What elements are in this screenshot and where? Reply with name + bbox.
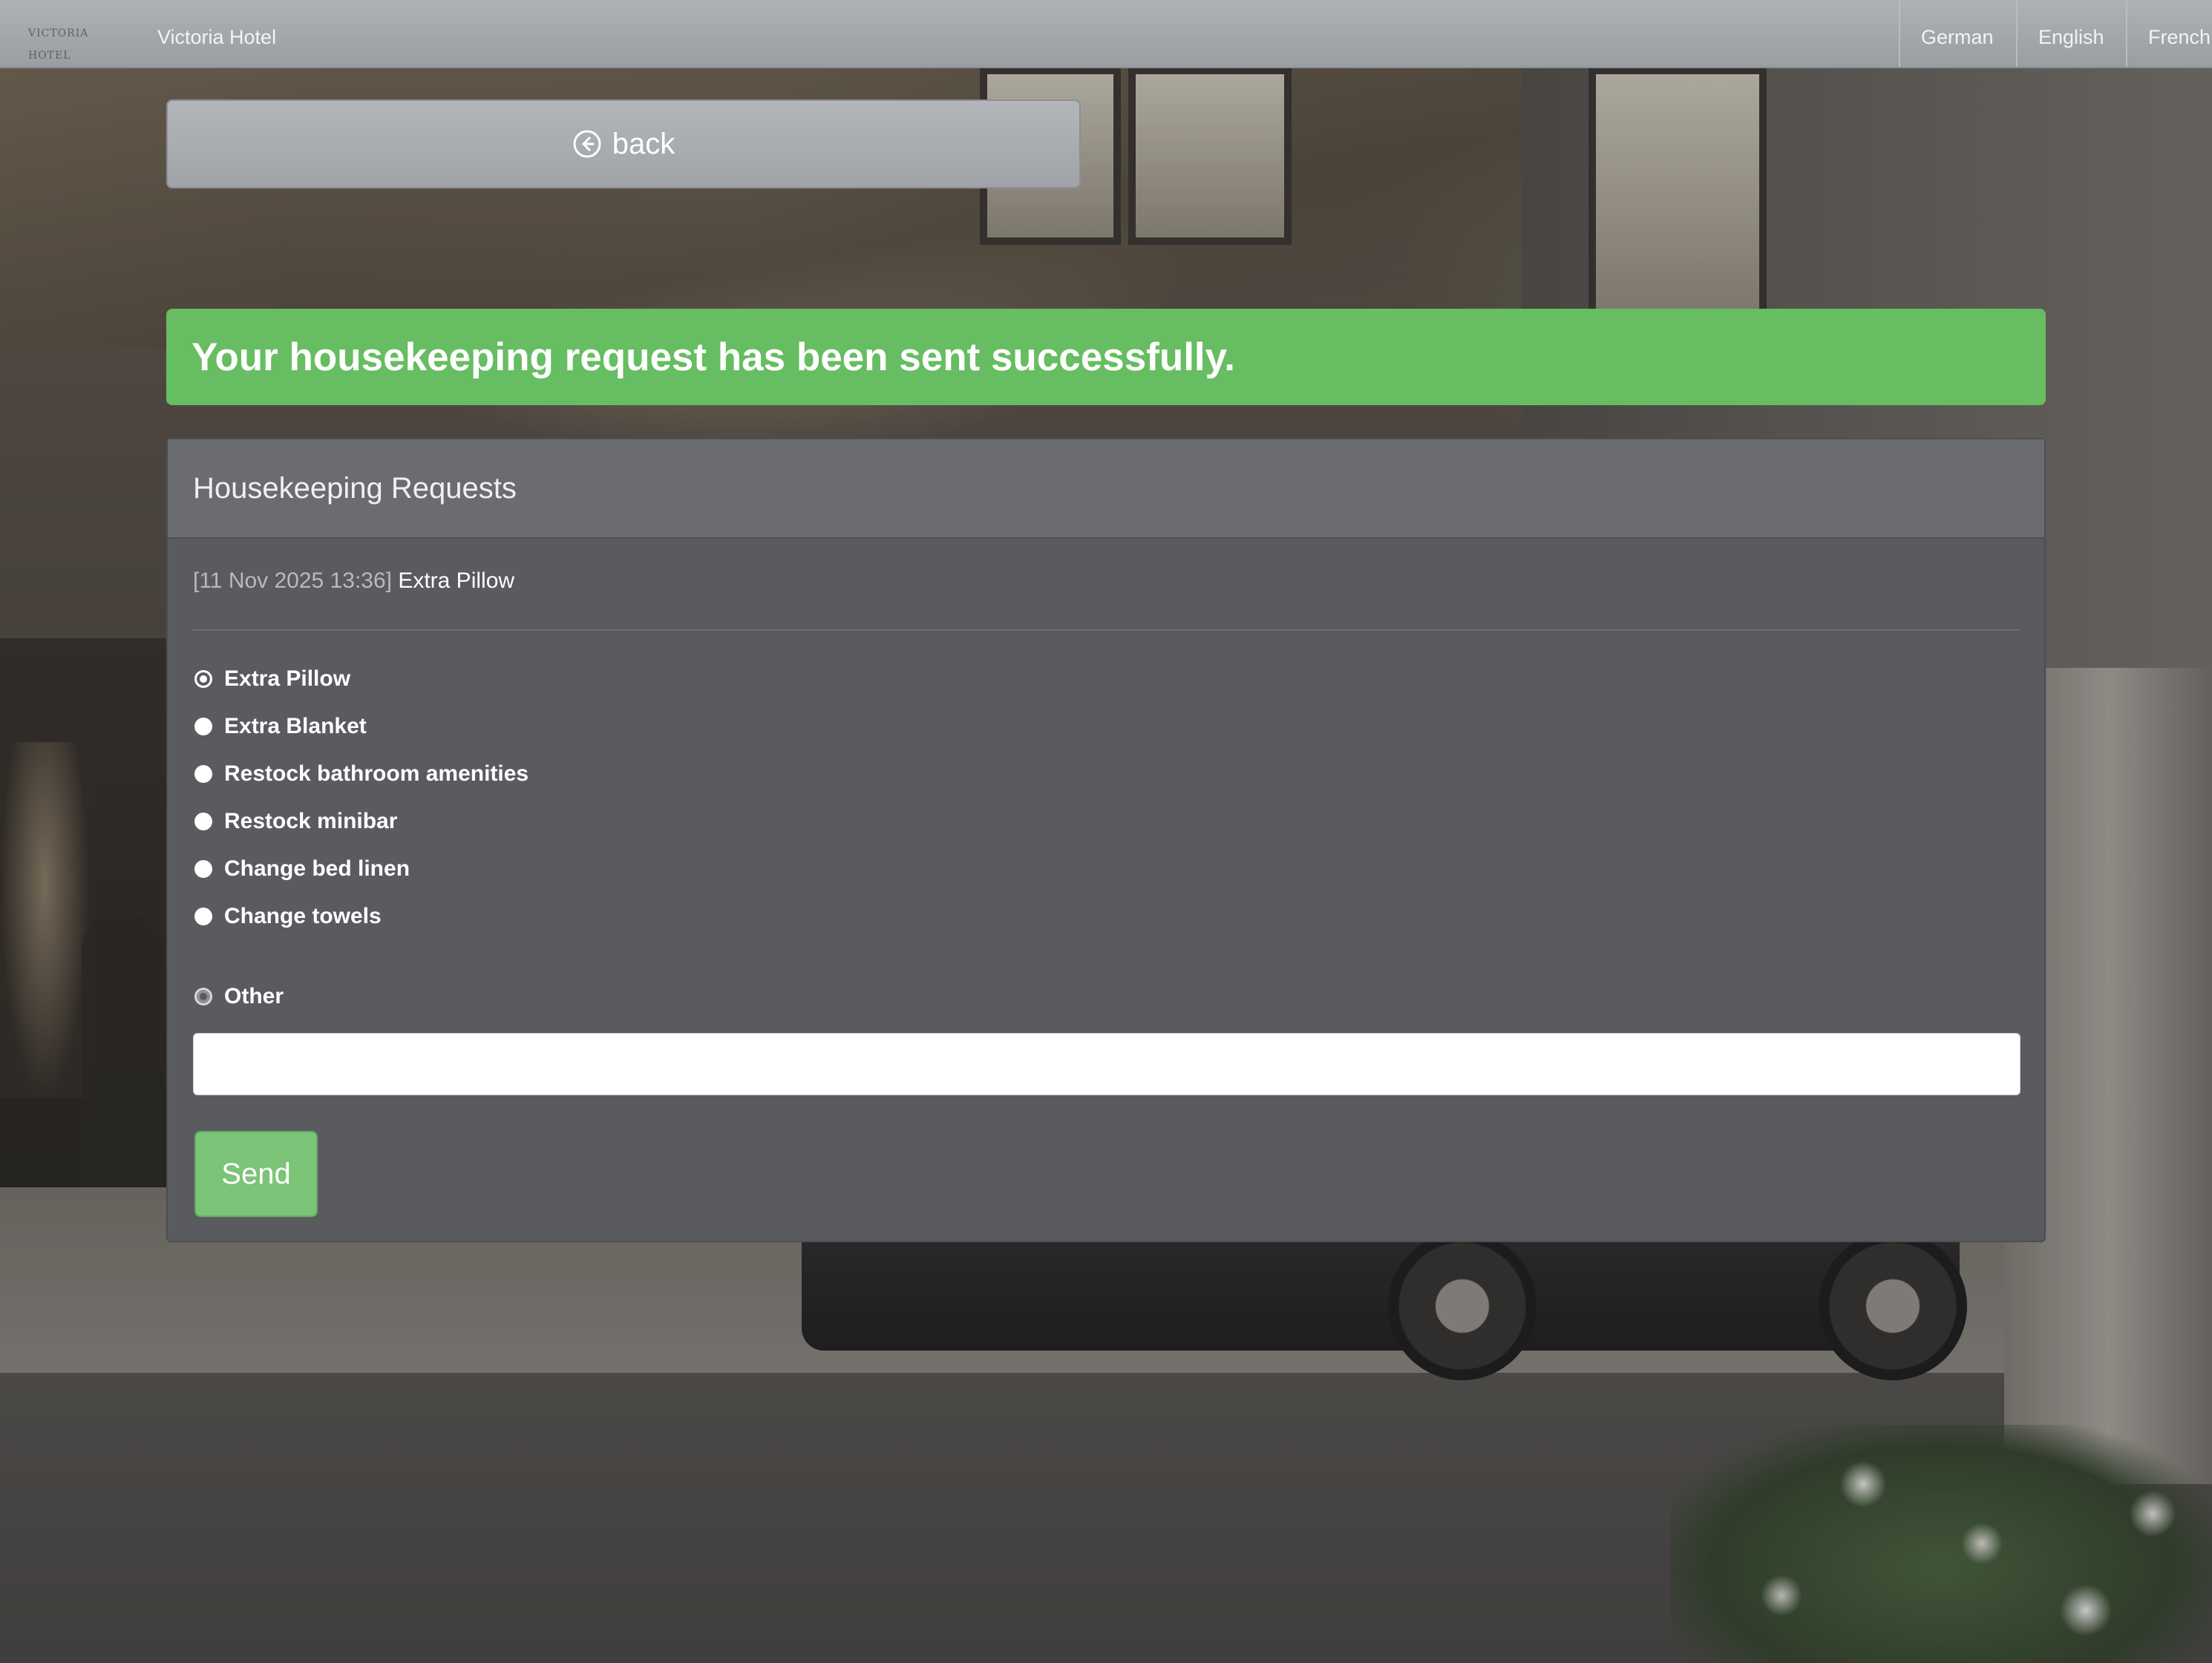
panel-title: Housekeeping Requests — [193, 471, 517, 505]
option-extra-pillow[interactable]: Extra Pillow — [194, 666, 350, 692]
option-label: Change towels — [224, 904, 382, 928]
top-navbar: VICTORIA HOTEL Victoria Hotel German Eng… — [0, 0, 2212, 68]
send-button[interactable]: Send — [194, 1131, 318, 1217]
option-extra-blanket[interactable]: Extra Blanket — [194, 714, 367, 739]
radio-button[interactable] — [194, 860, 212, 878]
language-german[interactable]: German — [1899, 0, 2016, 67]
arrow-left-circle-icon — [573, 130, 601, 158]
back-button[interactable]: back — [166, 99, 1081, 188]
divider — [193, 629, 2020, 631]
option-change-bed-linen[interactable]: Change bed linen — [194, 856, 410, 882]
request-timestamp: [11 Nov 2025 13:36] — [193, 568, 392, 593]
option-label: Change bed linen — [224, 856, 410, 881]
radio-button[interactable] — [194, 813, 212, 830]
option-restock-bathroom-amenities[interactable]: Restock bathroom amenities — [194, 761, 529, 787]
panel-header: Housekeeping Requests — [168, 439, 2044, 539]
hotel-logo[interactable]: VICTORIA HOTEL — [28, 22, 110, 62]
request-history-item: [11 Nov 2025 13:36] Extra Pillow — [193, 568, 514, 594]
success-message: Your housekeeping request has been sent … — [192, 335, 1235, 379]
radio-button[interactable] — [194, 718, 212, 735]
radio-button[interactable] — [194, 765, 212, 783]
radio-button[interactable] — [194, 908, 212, 925]
option-change-towels[interactable]: Change towels — [194, 904, 382, 929]
option-label: Extra Blanket — [224, 714, 367, 738]
success-alert: Your housekeeping request has been sent … — [166, 309, 2046, 405]
option-other[interactable]: Other — [194, 984, 284, 1009]
housekeeping-panel: Housekeeping Requests [11 Nov 2025 13:36… — [166, 438, 2046, 1242]
other-request-input[interactable] — [193, 1033, 2020, 1095]
request-item: Extra Pillow — [398, 568, 515, 593]
back-button-label: back — [612, 127, 675, 160]
hotel-name-link[interactable]: Victoria Hotel — [157, 0, 276, 67]
radio-button[interactable] — [194, 670, 212, 688]
option-restock-minibar[interactable]: Restock minibar — [194, 809, 397, 834]
option-label: Restock minibar — [224, 809, 398, 833]
language-french[interactable]: French — [2126, 0, 2212, 67]
radio-button[interactable] — [194, 988, 212, 1006]
option-label: Extra Pillow — [224, 666, 351, 691]
language-english[interactable]: English — [2016, 0, 2126, 67]
option-label: Restock bathroom amenities — [224, 761, 529, 786]
option-label: Other — [224, 984, 284, 1008]
